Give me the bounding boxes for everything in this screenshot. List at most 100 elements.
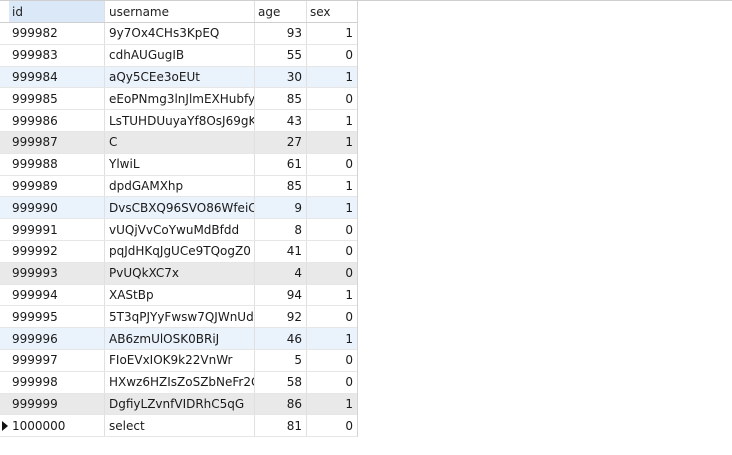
cell-id[interactable]: 999993 [9,262,105,284]
table-row[interactable]: 999999 DgfiyLZvnfVIDRhC5qG 86 1 [0,393,357,416]
cell-username[interactable]: XAStBp [105,284,255,306]
cell-sex[interactable]: 1 [307,23,357,44]
cell-username[interactable]: dpdGAMXhp [105,175,255,197]
column-header-id[interactable]: id [9,1,105,22]
cell-age[interactable]: 55 [255,44,307,66]
table-row[interactable]: 999983 cdhAUGugIB 55 0 [0,44,357,67]
column-header-sex[interactable]: sex [307,1,357,22]
row-marker[interactable] [0,263,9,284]
cell-id[interactable]: 999990 [9,197,105,219]
row-marker[interactable] [0,219,9,240]
row-marker[interactable] [0,23,9,44]
cell-username[interactable]: eEoPNmg3lnJlmEXHubfy( [105,88,255,110]
row-marker[interactable] [0,241,9,262]
cell-age[interactable]: 30 [255,66,307,88]
table-row[interactable]: 999986 LsTUHDUuyaYf8OsJ69gKl 43 1 [0,110,357,132]
table-row[interactable]: 999994 XAStBp 94 1 [0,284,357,307]
table-row[interactable]: 999984 aQy5CEe3oEUt 30 1 [0,66,357,89]
cell-id[interactable]: 999985 [9,88,105,110]
row-marker[interactable] [0,88,9,109]
cell-username[interactable]: vUQjVvCoYwuMdBfdd [105,219,255,240]
table-row[interactable]: 999990 DvsCBXQ96SVO86WfeiC3 9 1 [0,197,357,220]
cell-id[interactable]: 999994 [9,284,105,306]
cell-id[interactable]: 999983 [9,44,105,66]
cell-sex[interactable]: 1 [307,176,357,197]
cell-age[interactable]: 85 [255,175,307,197]
cell-id[interactable]: 999992 [9,240,105,262]
table-row[interactable]: 999995 5T3qPJYyFwsw7QJWnUdc 92 0 [0,306,357,329]
table-row[interactable]: 999982 9y7Ox4CHs3KpEQ 93 1 [0,23,357,45]
cell-age[interactable]: 94 [255,284,307,306]
cell-age[interactable]: 5 [255,349,307,371]
row-marker[interactable] [0,154,9,175]
cell-age[interactable]: 9 [255,197,307,219]
cell-username[interactable]: pqJdHKqJgUCe9TQogZ0 [105,240,255,262]
cell-username[interactable]: HXwz6HZIsZoSZbNeFr2G [105,371,255,393]
row-marker[interactable] [0,394,9,415]
cell-username[interactable]: aQy5CEe3oEUt [105,66,255,88]
row-marker[interactable] [0,110,9,131]
cell-age[interactable]: 43 [255,110,307,131]
cell-id[interactable]: 1000000 [9,415,105,437]
cell-sex[interactable]: 0 [307,241,357,262]
cell-username[interactable]: 5T3qPJYyFwsw7QJWnUdc [105,306,255,328]
cell-username[interactable]: 9y7Ox4CHs3KpEQ [105,23,255,44]
cell-age[interactable]: 86 [255,393,307,415]
row-marker[interactable] [0,306,9,327]
cell-sex[interactable]: 1 [307,328,357,349]
cell-id[interactable]: 999988 [9,153,105,175]
cell-sex[interactable]: 1 [307,67,357,88]
cell-id[interactable]: 999995 [9,306,105,328]
cell-age[interactable]: 81 [255,415,307,437]
cell-id[interactable]: 999982 [9,23,105,44]
row-marker[interactable] [0,328,9,349]
column-header-age[interactable]: age [255,1,307,22]
cell-id[interactable]: 999987 [9,131,105,153]
cell-username[interactable]: FIoEVxIOK9k22VnWr [105,349,255,371]
cell-age[interactable]: 61 [255,153,307,175]
table-row[interactable]: 1000000 select 81 0 [0,415,357,438]
cell-sex[interactable]: 0 [307,263,357,284]
cell-id[interactable]: 999984 [9,66,105,88]
cell-sex[interactable]: 1 [307,285,357,306]
cell-sex[interactable]: 1 [307,197,357,218]
cell-username[interactable]: PvUQkXC7x [105,262,255,284]
table-row[interactable]: 999998 HXwz6HZIsZoSZbNeFr2G 58 0 [0,371,357,394]
cell-sex[interactable]: 0 [307,45,357,66]
cell-sex[interactable]: 0 [307,306,357,327]
cell-sex[interactable]: 1 [307,110,357,131]
cell-sex[interactable]: 0 [307,372,357,393]
cell-id[interactable]: 999998 [9,371,105,393]
cell-id[interactable]: 999996 [9,328,105,349]
row-marker[interactable] [0,372,9,393]
result-grid[interactable]: id username age sex 999982 9y7Ox4CHs3KpEQ… [0,1,358,438]
cell-username[interactable]: DgfiyLZvnfVIDRhC5qG [105,393,255,415]
cell-sex[interactable]: 1 [307,394,357,415]
cell-username[interactable]: cdhAUGugIB [105,44,255,66]
cell-id[interactable]: 999991 [9,219,105,240]
column-header-username[interactable]: username [105,1,255,22]
cell-username[interactable]: YlwiL [105,153,255,175]
row-marker[interactable] [0,45,9,66]
cell-id[interactable]: 999997 [9,349,105,371]
table-row[interactable]: 999988 YlwiL 61 0 [0,153,357,176]
table-row[interactable]: 999997 FIoEVxIOK9k22VnWr 5 0 [0,349,357,372]
cell-username[interactable]: C [105,131,255,153]
cell-age[interactable]: 85 [255,88,307,110]
cell-age[interactable]: 58 [255,371,307,393]
cell-username[interactable]: DvsCBXQ96SVO86WfeiC3 [105,197,255,219]
cell-sex[interactable]: 0 [307,350,357,371]
table-row[interactable]: 999992 pqJdHKqJgUCe9TQogZ0 41 0 [0,240,357,263]
cell-id[interactable]: 999986 [9,110,105,131]
cell-age[interactable]: 4 [255,262,307,284]
cell-sex[interactable]: 1 [307,132,357,153]
cell-age[interactable]: 92 [255,306,307,328]
cell-age[interactable]: 46 [255,328,307,349]
row-marker[interactable] [0,132,9,153]
cell-age[interactable]: 93 [255,23,307,44]
cell-sex[interactable]: 0 [307,154,357,175]
cell-age[interactable]: 27 [255,131,307,153]
row-marker[interactable] [0,67,9,88]
row-marker[interactable] [0,176,9,197]
cell-age[interactable]: 41 [255,240,307,262]
